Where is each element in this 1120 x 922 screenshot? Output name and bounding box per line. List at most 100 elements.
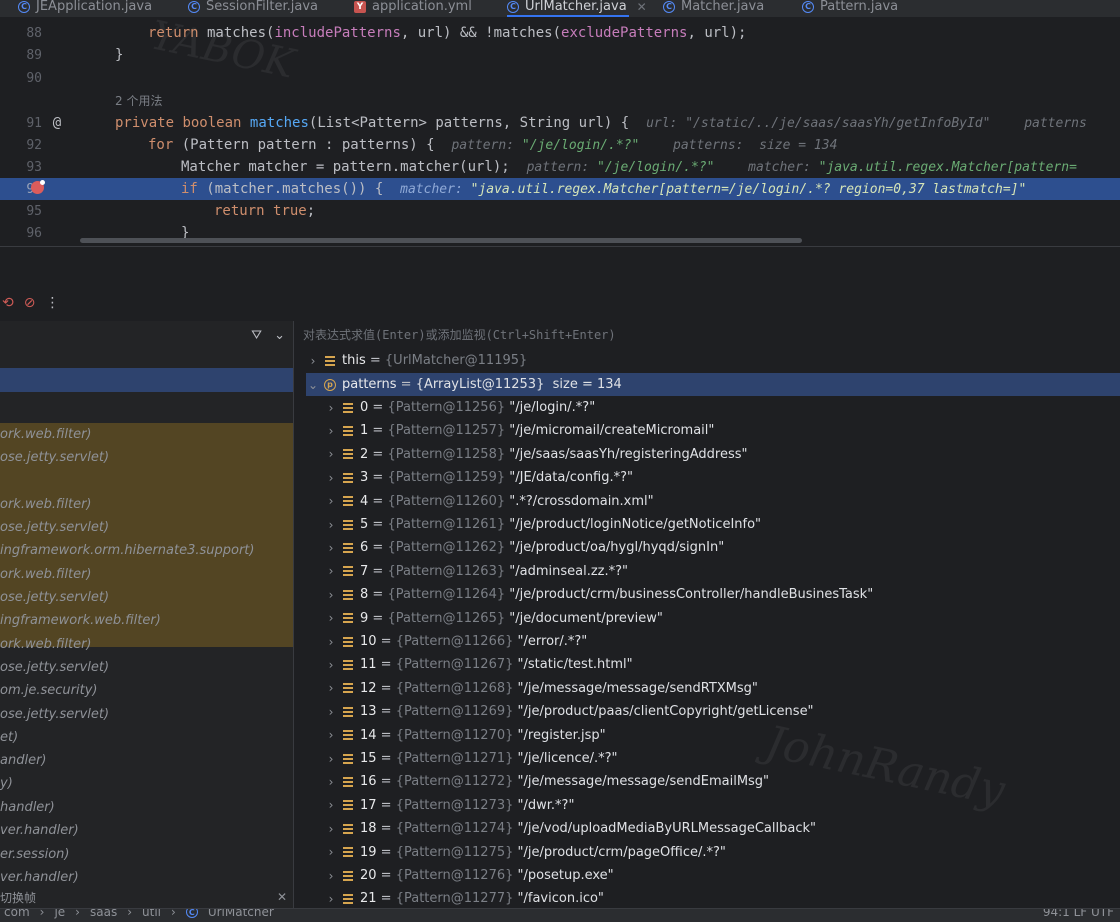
tab-urlmatcher[interactable]: C UrlMatcher.java ✕	[507, 0, 647, 17]
stack-frame[interactable]: y)	[0, 773, 13, 795]
code-editor[interactable]: YABOK 88 return matches(includePatterns,…	[0, 17, 1120, 246]
current-execution-line[interactable]: 94 if (matcher.matches()) { matcher: "ja…	[0, 178, 1120, 200]
chevron-right-icon[interactable]: ›	[324, 494, 338, 508]
field-icon	[342, 846, 354, 858]
debug-toolbar: ⟲ ⊘ ⋮	[0, 246, 1120, 321]
chevron-right-icon[interactable]: ›	[324, 518, 338, 532]
chevron-right-icon[interactable]: ›	[324, 869, 338, 883]
code-line[interactable]: 90	[0, 67, 1120, 89]
chevron-right-icon[interactable]: ›	[324, 471, 338, 485]
stack-frame[interactable]: ose.jetty.servlet)	[0, 657, 109, 679]
restart-icon[interactable]: ⟲	[2, 295, 14, 311]
chevron-right-icon[interactable]: ›	[324, 681, 338, 695]
chevron-right-icon[interactable]: ›	[324, 892, 338, 906]
stack-frame[interactable]: ork.web.filter)	[0, 424, 92, 446]
chevron-right-icon[interactable]: ›	[324, 845, 338, 859]
variable-row-this[interactable]: › this = {UrlMatcher@11195}	[306, 349, 1120, 372]
stack-frame[interactable]: et)	[0, 727, 18, 749]
horizontal-scrollbar[interactable]	[80, 238, 802, 243]
stack-frame[interactable]: andler)	[0, 750, 46, 772]
chevron-right-icon[interactable]: ›	[324, 752, 338, 766]
implementations-gutter-icon[interactable]: @	[48, 115, 66, 131]
pattern-item-row[interactable]: › 13 = {Pattern@11269} "/je/product/paas/…	[324, 700, 1120, 723]
pattern-item-row[interactable]: › 18 = {Pattern@11274} "/je/vod/uploadMed…	[324, 817, 1120, 840]
field-icon	[342, 542, 354, 554]
close-tab-icon[interactable]: ✕	[637, 0, 647, 14]
tab-jeapplication[interactable]: C JEApplication.java	[18, 0, 152, 17]
chevron-right-icon[interactable]: ›	[324, 424, 338, 438]
usages-hint[interactable]: 2 个用法	[0, 89, 1120, 111]
code-line[interactable]: 91 @ private boolean matches(List<Patter…	[0, 112, 1120, 134]
chevron-right-icon[interactable]: ›	[324, 775, 338, 789]
tab-matcher[interactable]: C Matcher.java	[663, 0, 764, 17]
pattern-item-row[interactable]: › 20 = {Pattern@11276} "/posetup.exe"	[324, 864, 1120, 887]
tab-application-yml[interactable]: Yapplication.yml	[354, 0, 472, 17]
stack-frame[interactable]: om.je.security)	[0, 680, 97, 702]
pattern-item-row[interactable]: › 8 = {Pattern@11264} "/je/product/crm/bu…	[324, 583, 1120, 606]
mute-breakpoints-icon[interactable]: ⊘	[24, 295, 36, 311]
pattern-item-row[interactable]: › 16 = {Pattern@11272} "/je/message/messa…	[324, 770, 1120, 793]
chevron-right-icon[interactable]: ›	[306, 354, 320, 368]
variable-row-patterns[interactable]: ⌄ p patterns = {ArrayList@11253} size = …	[306, 373, 1120, 396]
pattern-item-row[interactable]: › 19 = {Pattern@11275} "/je/product/crm/p…	[324, 841, 1120, 864]
pattern-item-row[interactable]: › 5 = {Pattern@11261} "/je/product/loginN…	[324, 513, 1120, 536]
pattern-item-row[interactable]: › 14 = {Pattern@11270} "/register.jsp"	[324, 724, 1120, 747]
pattern-item-row[interactable]: › 0 = {Pattern@11256} "/je/login/.*?"	[324, 396, 1120, 419]
code-line[interactable]: 93 Matcher matcher = pattern.matcher(url…	[0, 156, 1120, 178]
stack-frame[interactable]: ose.jetty.servlet)	[0, 587, 109, 609]
chevron-right-icon[interactable]: ›	[324, 401, 338, 415]
code-line[interactable]: 95 return true;	[0, 200, 1120, 222]
tab-pattern[interactable]: C Pattern.java	[802, 0, 898, 17]
more-options-icon[interactable]: ⋮	[45, 295, 59, 311]
stack-frame[interactable]: er.session)	[0, 844, 69, 866]
chevron-right-icon[interactable]: ›	[324, 588, 338, 602]
chevron-right-icon[interactable]: ›	[324, 658, 338, 672]
stack-frame[interactable]: ver.handler)	[0, 820, 79, 842]
stack-frame[interactable]: ingframework.orm.hibernate3.support)	[0, 540, 254, 562]
chevron-right-icon[interactable]: ›	[324, 798, 338, 812]
chevron-right-icon[interactable]: ›	[324, 705, 338, 719]
pattern-item-row[interactable]: › 15 = {Pattern@11271} "/je/licence/.*?"	[324, 747, 1120, 770]
stack-frame[interactable]: ork.web.filter)	[0, 564, 92, 586]
pattern-item-row[interactable]: › 2 = {Pattern@11258} "/je/saas/saasYh/re…	[324, 443, 1120, 466]
chevron-down-icon[interactable]: ⌄	[306, 378, 320, 392]
filter-icon[interactable]: ⛛	[251, 328, 262, 343]
pattern-item-row[interactable]: › 12 = {Pattern@11268} "/je/message/messa…	[324, 677, 1120, 700]
pattern-item-row[interactable]: › 3 = {Pattern@11259} "/JE/data/config.*?…	[324, 466, 1120, 489]
close-icon[interactable]: ✕	[277, 890, 287, 904]
editor-tab-bar: C JEApplication.java C SessionFilter.java …	[0, 0, 1120, 17]
pattern-item-row[interactable]: › 17 = {Pattern@11273} "/dwr.*?"	[324, 794, 1120, 817]
breakpoint-icon[interactable]	[28, 179, 46, 198]
chevron-right-icon[interactable]: ›	[324, 611, 338, 625]
evaluate-expression-input[interactable]: 对表达式求值(Enter)或添加监视(Ctrl+Shift+Enter)	[294, 321, 1120, 349]
chevron-right-icon[interactable]: ›	[324, 728, 338, 742]
stack-frame[interactable]: ingframework.web.filter)	[0, 610, 161, 632]
stack-frame[interactable]: ose.jetty.servlet)	[0, 447, 109, 469]
caret-position[interactable]: 94:1 LF UTF	[1043, 909, 1114, 919]
stack-frame[interactable]: ork.web.filter)	[0, 634, 92, 656]
pattern-item-row[interactable]: › 10 = {Pattern@11266} "/error/.*?"	[324, 630, 1120, 653]
chevron-right-icon[interactable]: ›	[324, 541, 338, 555]
stack-frame[interactable]: ose.jetty.servlet)	[0, 517, 109, 539]
pattern-item-row[interactable]: › 11 = {Pattern@11267} "/static/test.html…	[324, 653, 1120, 676]
pattern-item-row[interactable]: › 21 = {Pattern@11277} "/favicon.ico"	[324, 887, 1120, 908]
pattern-item-row[interactable]: › 4 = {Pattern@11260} ".*?/crossdomain.xm…	[324, 490, 1120, 513]
selected-frame[interactable]	[0, 368, 293, 392]
chevron-right-icon[interactable]: ›	[324, 822, 338, 836]
pattern-item-row[interactable]: › 9 = {Pattern@11265} "/je/document/previ…	[324, 607, 1120, 630]
chevron-down-icon[interactable]: ⌄	[274, 328, 285, 343]
java-class-icon: C	[663, 0, 675, 13]
stack-frame[interactable]: handler)	[0, 797, 55, 819]
tab-sessionfilter[interactable]: C SessionFilter.java	[188, 0, 318, 17]
pattern-item-row[interactable]: › 7 = {Pattern@11263} "/adminseal.zz.*?"	[324, 560, 1120, 583]
code-line[interactable]: 88 return matches(includePatterns, url) …	[0, 22, 1120, 44]
code-line[interactable]: 92 for (Pattern pattern : patterns) { pa…	[0, 134, 1120, 156]
pattern-item-row[interactable]: › 6 = {Pattern@11262} "/je/product/oa/hyg…	[324, 536, 1120, 559]
chevron-right-icon[interactable]: ›	[324, 447, 338, 461]
chevron-right-icon[interactable]: ›	[324, 564, 338, 578]
stack-frame[interactable]: ork.web.filter)	[0, 494, 92, 516]
stack-frame[interactable]: ose.jetty.servlet)	[0, 704, 109, 726]
pattern-item-row[interactable]: › 1 = {Pattern@11257} "/je/micromail/crea…	[324, 419, 1120, 442]
chevron-right-icon[interactable]: ›	[324, 635, 338, 649]
code-line[interactable]: 89 }	[0, 44, 1120, 66]
